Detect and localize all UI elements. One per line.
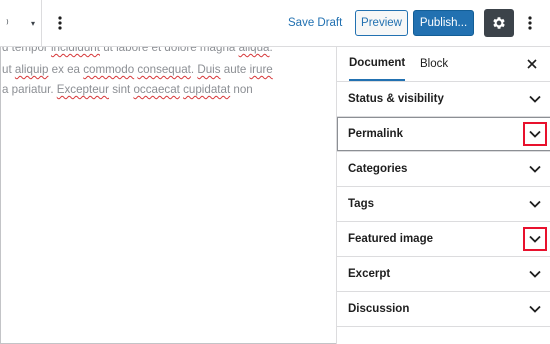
chevron-down-icon[interactable] — [526, 195, 544, 213]
top-toolbar: ⁾ ▾ Save Draft Preview Publish... — [0, 0, 550, 47]
chevron-down-icon[interactable] — [523, 227, 547, 251]
text-run: d tempor — [2, 47, 51, 54]
panel-categories[interactable]: Categories — [337, 152, 550, 187]
text-run: ut labore et dolore magna — [99, 47, 239, 54]
chevron-down-icon[interactable] — [526, 300, 544, 318]
tab-document[interactable]: Document — [349, 47, 406, 81]
tab-block[interactable]: Block — [420, 47, 448, 81]
misspelled-word: irure — [249, 63, 273, 76]
panel-title: Tags — [348, 198, 374, 210]
chevron-down-icon[interactable] — [526, 160, 544, 178]
panel-title: Permalink — [348, 128, 403, 140]
close-icon — [527, 59, 537, 69]
misspelled-word: consequat — [137, 63, 191, 76]
editor-canvas[interactable]: d tempor incididunt ut labore et dolore … — [0, 47, 336, 344]
paragraph-line-3[interactable]: a pariatur. Excepteur sint occaecat cupi… — [2, 83, 253, 97]
block-switcher[interactable]: ⁾ ▾ — [0, 0, 42, 46]
text-run: . — [269, 47, 273, 54]
caret-down-icon: ▾ — [30, 18, 35, 28]
misspelled-word: Duis — [197, 63, 221, 76]
panel-featured-image[interactable]: Featured image — [337, 222, 550, 257]
vertical-ellipsis-icon — [528, 16, 532, 30]
settings-sidebar: Document Block Status & visibility Permal… — [336, 47, 550, 344]
options-button[interactable] — [518, 11, 542, 35]
panel-status-visibility[interactable]: Status & visibility — [337, 82, 550, 117]
misspelled-word: cupidatat — [183, 83, 231, 96]
publish-button[interactable]: Publish... — [413, 10, 474, 36]
panel-discussion[interactable]: Discussion — [337, 292, 550, 327]
misspelled-word: incididunt — [50, 47, 100, 54]
close-sidebar-button[interactable] — [521, 53, 543, 75]
misspelled-word: Excepteur — [56, 83, 109, 96]
text-run: ex ea — [48, 63, 84, 76]
misspelled-word: aliqua — [238, 47, 270, 54]
panel-excerpt[interactable]: Excerpt — [337, 257, 550, 292]
block-type-icon: ⁾ — [6, 17, 9, 30]
text-run: a pariatur. — [2, 83, 57, 96]
preview-button[interactable]: Preview — [355, 10, 408, 36]
chevron-down-icon[interactable] — [523, 122, 547, 146]
text-run: ut — [2, 63, 15, 76]
sidebar-tabs: Document Block — [337, 47, 550, 82]
panel-title: Featured image — [348, 233, 433, 245]
gear-icon — [493, 17, 505, 29]
text-run: aute — [220, 63, 250, 76]
paragraph-line-2[interactable]: ut aliquip ex ea commodo consequat. Duis… — [2, 63, 273, 77]
text-run: sint — [108, 83, 134, 96]
settings-button[interactable] — [484, 9, 514, 37]
more-tools-button[interactable] — [48, 11, 72, 35]
misspelled-word: commodo — [83, 63, 135, 76]
paragraph-line-1[interactable]: d tempor incididunt ut labore et dolore … — [2, 47, 273, 55]
panel-permalink[interactable]: Permalink — [337, 117, 550, 152]
text-run: non — [230, 83, 253, 96]
chevron-down-icon[interactable] — [526, 90, 544, 108]
save-draft-button[interactable]: Save Draft — [280, 11, 350, 35]
panel-title: Discussion — [348, 303, 410, 315]
misspelled-word: aliquip — [14, 63, 49, 76]
panel-tags[interactable]: Tags — [337, 187, 550, 222]
chevron-down-icon[interactable] — [526, 265, 544, 283]
panel-title: Status & visibility — [348, 93, 444, 105]
panel-title: Categories — [348, 163, 408, 175]
vertical-ellipsis-icon — [58, 16, 62, 30]
panel-title: Excerpt — [348, 268, 391, 280]
misspelled-word: occaecat — [133, 83, 180, 96]
